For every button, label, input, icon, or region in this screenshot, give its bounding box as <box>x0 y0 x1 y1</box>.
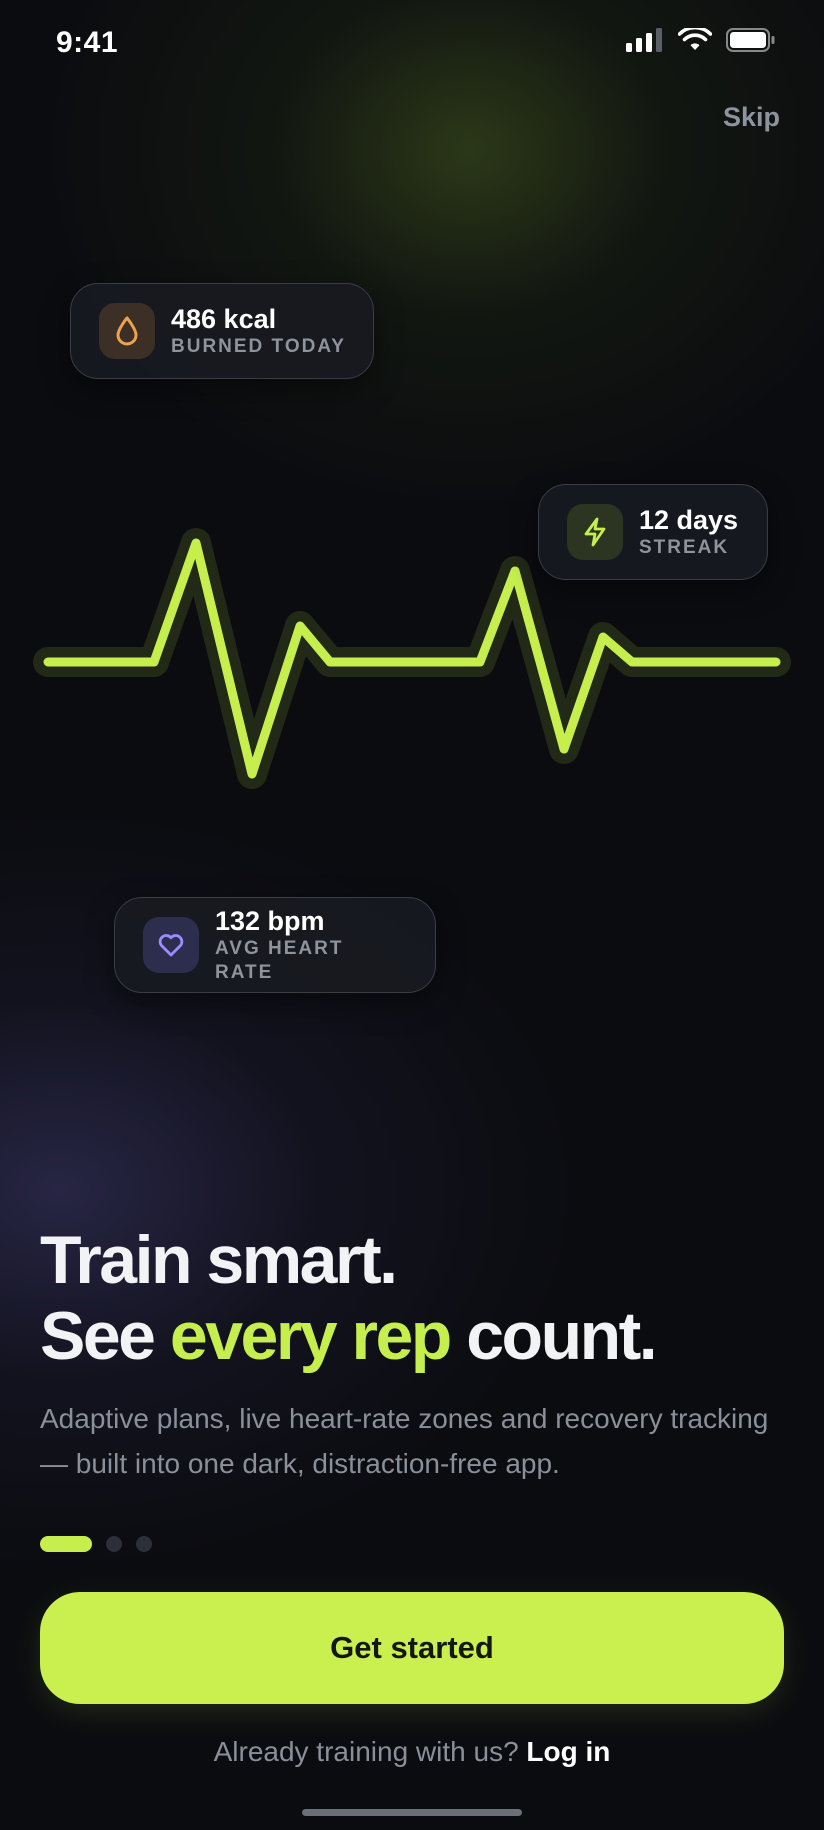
page-dot-1[interactable] <box>40 1536 92 1552</box>
onboarding-screen: 9:41 Skip 486 kcal BURNED TODAY 12 days … <box>0 0 824 1830</box>
home-indicator <box>302 1809 522 1816</box>
login-link[interactable]: Log in <box>526 1736 610 1767</box>
headline-accent: every rep <box>169 1298 452 1374</box>
get-started-button[interactable]: Get started <box>40 1592 784 1704</box>
headline-count: count. <box>449 1298 657 1374</box>
skip-button[interactable]: Skip <box>723 102 780 133</box>
page-indicator <box>40 1536 152 1552</box>
lightning-bolt-icon <box>567 504 623 560</box>
streak-value: 12 days <box>639 504 739 535</box>
page-dot-2[interactable] <box>106 1536 122 1552</box>
headline-line-2: See every rep count. <box>40 1298 800 1374</box>
login-row: Already training with us? Log in <box>0 1736 824 1768</box>
wifi-icon <box>678 28 712 50</box>
headline: Train smart. See every rep count. <box>40 1222 800 1374</box>
description-text: Adaptive plans, live heart-rate zones an… <box>40 1403 769 1479</box>
stat-text: 12 days STREAK <box>639 505 738 560</box>
stat-card-streak: 12 days STREAK <box>538 484 768 580</box>
calories-value: 486 kcal <box>171 303 277 334</box>
heart-rate-label: AVG HEART RATE <box>215 937 344 983</box>
headline-see: See <box>40 1298 170 1374</box>
status-time: 9:41 <box>56 26 119 59</box>
page-dot-3[interactable] <box>136 1536 152 1552</box>
login-prompt: Already training with us? <box>213 1736 527 1767</box>
stat-card-calories: 486 kcal BURNED TODAY <box>70 283 374 379</box>
streak-label: STREAK <box>639 536 730 558</box>
cellular-signal-icon <box>626 28 662 52</box>
stat-card-heart-rate: 132 bpm AVG HEART RATE <box>114 897 436 993</box>
stat-text: 486 kcal BURNED TODAY <box>171 304 346 359</box>
status-icons <box>626 28 776 52</box>
headline-line-1: Train smart. <box>40 1222 398 1298</box>
heart-rate-value: 132 bpm <box>215 905 325 936</box>
battery-icon <box>726 28 775 52</box>
stat-text: 132 bpm AVG HEART RATE <box>215 906 409 985</box>
heart-icon <box>143 917 199 973</box>
flame-drop-icon <box>99 303 155 359</box>
calories-label: BURNED TODAY <box>171 335 346 357</box>
